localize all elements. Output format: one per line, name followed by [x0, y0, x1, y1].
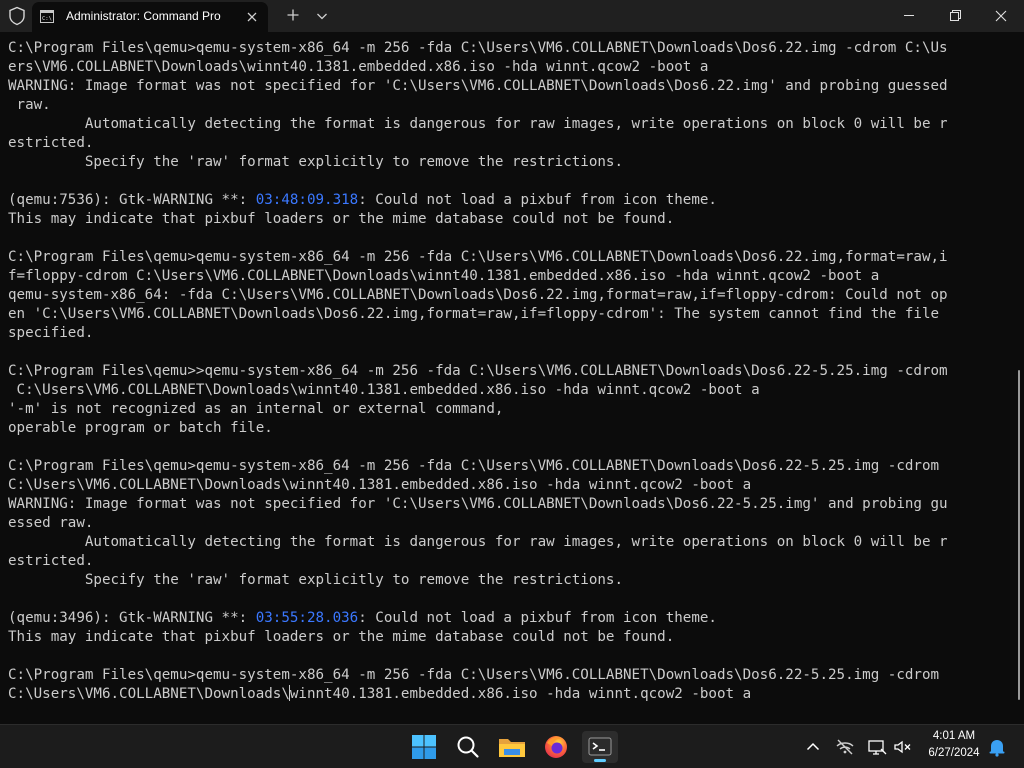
- title-bar: C:\ Administrator: Command Pro: [0, 0, 1024, 32]
- shield-icon: [9, 6, 25, 26]
- terminal-line: specified.: [8, 325, 94, 341]
- terminal-line: estricted.: [8, 135, 94, 151]
- notifications-button[interactable]: [986, 737, 1008, 757]
- windows-logo-icon: [412, 735, 436, 759]
- firefox-icon: [545, 736, 567, 758]
- clock-time: 4:01 AM: [932, 730, 976, 742]
- network-off-icon: [836, 739, 854, 755]
- new-tab-button[interactable]: [282, 4, 304, 26]
- terminal-line: Automatically detecting the format is da…: [8, 534, 948, 550]
- terminal-line: en 'C:\Users\VM6.COLLABNET\Downloads\Dos…: [8, 306, 940, 322]
- terminal-line: Automatically detecting the format is da…: [8, 116, 948, 132]
- terminal-line: This may indicate that pixbuf loaders or…: [8, 211, 675, 227]
- timestamp: 03:48:09.318: [255, 192, 359, 208]
- tab-close-button[interactable]: [240, 5, 264, 29]
- plus-icon: [287, 9, 299, 21]
- taskbar: 4:01 AM 6/27/2024: [0, 724, 1024, 768]
- terminal-line: (qemu:3496): Gtk-WARNING **: 03:55:28.03…: [8, 610, 717, 626]
- terminal-text: C:\Program Files\qemu>qemu-system-x86_64…: [8, 39, 948, 704]
- terminal-line: C:\Program Files\qemu>qemu-system-x86_64…: [8, 458, 940, 474]
- terminal-line: Specify the 'raw' format explicitly to r…: [8, 154, 623, 170]
- volume-button[interactable]: [892, 737, 914, 757]
- clock-date: 6/27/2024: [928, 747, 980, 759]
- scrollbar-thumb[interactable]: [1018, 370, 1020, 700]
- terminal-line: ers\VM6.COLLABNET\Downloads\winnt40.1381…: [8, 59, 709, 75]
- terminal-line: WARNING: Image format was not specified …: [8, 496, 948, 512]
- chevron-down-icon: [317, 13, 327, 20]
- tab-title: Administrator: Command Pro: [66, 9, 221, 23]
- search-icon: [457, 736, 479, 758]
- terminal-line: essed raw.: [8, 515, 94, 531]
- terminal-line: raw.: [8, 97, 51, 113]
- close-icon: [247, 12, 257, 22]
- cmd-icon: C:\: [40, 10, 54, 23]
- timestamp: 03:55:28.036: [255, 610, 359, 626]
- active-app-indicator: [594, 759, 606, 762]
- terminal-line: C:\Program Files\qemu>>qemu-system-x86_6…: [8, 363, 948, 379]
- terminal-line: C:\Users\VM6.COLLABNET\Downloads\winnt40…: [8, 685, 752, 702]
- terminal-line: C:\Program Files\qemu>qemu-system-x86_64…: [8, 249, 948, 265]
- terminal-button[interactable]: [582, 731, 618, 763]
- terminal-line: Specify the 'raw' format explicitly to r…: [8, 572, 623, 588]
- firefox-button[interactable]: [538, 731, 574, 763]
- terminal-line: C:\Program Files\qemu>qemu-system-x86_64…: [8, 40, 948, 56]
- vertical-scrollbar[interactable]: [1016, 32, 1024, 724]
- close-window-button[interactable]: [978, 0, 1024, 32]
- minimize-button[interactable]: [886, 0, 932, 32]
- folder-icon: [499, 739, 525, 757]
- terminal-line: C:\Program Files\qemu>qemu-system-x86_64…: [8, 667, 940, 683]
- search-button[interactable]: [450, 731, 486, 763]
- start-button[interactable]: [406, 731, 442, 763]
- show-hidden-icons-button[interactable]: [802, 737, 824, 757]
- terminal-line: C:\Users\VM6.COLLABNET\Downloads\winnt40…: [8, 477, 752, 493]
- bell-icon: [989, 740, 1005, 757]
- terminal-line: '-m' is not recognized as an internal or…: [8, 401, 504, 417]
- network-status-button[interactable]: [834, 737, 856, 757]
- chevron-up-icon: [806, 742, 820, 751]
- terminal-line: WARNING: Image format was not specified …: [8, 78, 948, 94]
- terminal-line: qemu-system-x86_64: -fda C:\Users\VM6.CO…: [8, 287, 948, 303]
- terminal-line: C:\Users\VM6.COLLABNET\Downloads\winnt40…: [8, 382, 760, 398]
- restore-button[interactable]: [932, 0, 978, 32]
- file-explorer-button[interactable]: [494, 731, 530, 763]
- terminal-output-area[interactable]: C:\Program Files\qemu>qemu-system-x86_64…: [0, 32, 1016, 724]
- volume-muted-icon: [894, 740, 911, 754]
- restore-icon: [950, 10, 961, 21]
- terminal-line: operable program or batch file.: [8, 420, 273, 436]
- terminal-line: estricted.: [8, 553, 94, 569]
- terminal-line: This may indicate that pixbuf loaders or…: [8, 629, 675, 645]
- tab-command-prompt[interactable]: C:\ Administrator: Command Pro: [32, 2, 268, 32]
- display-button[interactable]: [866, 737, 888, 757]
- minimize-icon: [904, 15, 914, 16]
- svg-text:C:\: C:\: [42, 16, 52, 22]
- close-icon: [995, 10, 1007, 22]
- terminal-line: (qemu:7536): Gtk-WARNING **: 03:48:09.31…: [8, 192, 717, 208]
- tab-dropdown-button[interactable]: [311, 5, 333, 27]
- terminal-line: f=floppy-cdrom C:\Users\VM6.COLLABNET\Do…: [8, 268, 880, 284]
- display-icon: [868, 740, 887, 755]
- text-cursor: [288, 685, 290, 701]
